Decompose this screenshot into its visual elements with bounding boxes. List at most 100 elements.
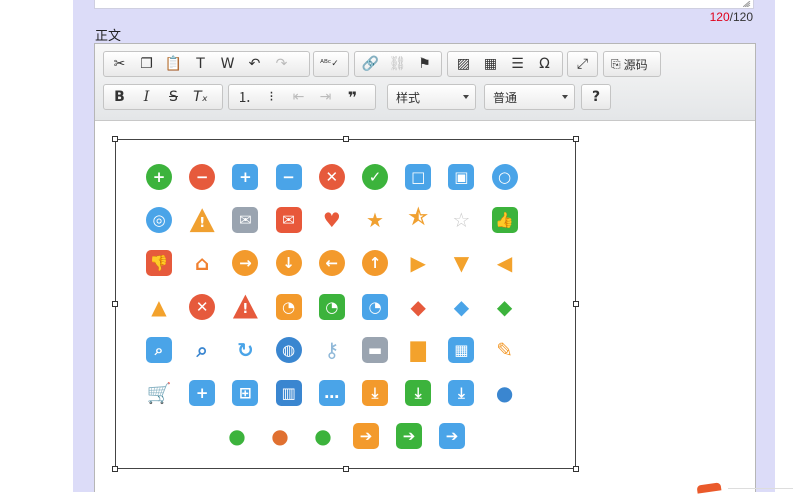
style-select-value: 样式 xyxy=(396,90,421,105)
special-char-icon[interactable]: Ω xyxy=(531,53,558,75)
cart-add-icon: + xyxy=(189,380,216,406)
user-female-icon: ● xyxy=(271,424,289,449)
source-group: ⎘ 源码 xyxy=(603,51,661,77)
insert-group: ▨ ▦ ☰ Ω xyxy=(447,51,563,77)
spellcheck-icon[interactable]: ᴬᴮᶜ✓ xyxy=(316,53,343,75)
body-field-label: 正文 xyxy=(95,29,122,44)
download-blue-icon: ⤓ xyxy=(448,380,475,406)
char-counter: 120/120 xyxy=(710,10,753,24)
char-count-current: 120 xyxy=(709,10,730,24)
paste-word-icon[interactable]: W xyxy=(214,53,241,75)
source-button[interactable]: ⎘ 源码 xyxy=(606,53,653,75)
redo-icon[interactable]: ↷ xyxy=(268,53,295,75)
list-group: ⒈ ⁝ ⇤ ⇥ ❞ xyxy=(228,84,376,110)
check-circle-icon: ✓ xyxy=(362,164,388,190)
format-select[interactable]: 普通 xyxy=(484,84,575,110)
outdent-icon[interactable]: ⇤ xyxy=(285,86,312,108)
paste-icon[interactable]: 📋 xyxy=(160,53,187,75)
selected-image[interactable]: + − + − ✕ ✓ □ ▣ ○ ◎! ✉ ✉ ♥ ★ ⯪ ☆ 👍 👎 ⌂ → ↓ ← ↑ ▶ ▼ ◀ ▲ ✕! ◔ ◔ ◔ ◆ ◆ ◆ ⌕ ⌕ ↻ ◍… xyxy=(115,139,576,469)
arrow-right-circle-icon: → xyxy=(232,250,259,277)
unlink-icon[interactable]: ⛓ xyxy=(384,53,411,75)
resize-handle-sw[interactable] xyxy=(112,466,118,472)
style-select[interactable]: 样式 xyxy=(387,84,476,110)
folder-icon: ▇ xyxy=(410,337,426,362)
record-square-icon: ▣ xyxy=(448,164,475,190)
arrow-right-orange-icon: ➔ xyxy=(353,423,379,450)
cut-icon[interactable]: ✂ xyxy=(106,53,133,75)
anchor-flag-icon[interactable]: ⚑ xyxy=(411,53,438,75)
resize-handle-se[interactable] xyxy=(573,466,579,472)
chevron-down-icon xyxy=(463,95,469,99)
resize-handle-s[interactable] xyxy=(343,466,349,472)
rss-green-icon: ◔ xyxy=(318,293,345,320)
link-icon[interactable]: 🔗 xyxy=(357,53,384,75)
bulleted-list-icon[interactable]: ⁝ xyxy=(258,86,285,108)
trash-icon: ▥ xyxy=(275,380,302,406)
star-icon: ★ xyxy=(366,208,384,233)
maximize-group: ⤢ xyxy=(567,51,598,77)
heart-icon: ♥ xyxy=(322,208,341,233)
search-icon: ⌕ xyxy=(196,337,208,362)
resize-handle-e[interactable] xyxy=(573,301,579,307)
link-group: 🔗 ⛓ ⚑ xyxy=(354,51,442,77)
spellcheck-group: ᴬᴮᶜ✓ xyxy=(313,51,349,77)
rss-orange-icon: ◔ xyxy=(275,293,302,320)
tag-red-icon: ◆ xyxy=(410,294,426,319)
blockquote-icon[interactable]: ❞ xyxy=(339,86,366,108)
arrow-right-blue-icon: ➔ xyxy=(439,423,465,450)
help-button[interactable]: ? xyxy=(584,86,608,108)
bold-icon[interactable]: B xyxy=(106,86,133,108)
user-blue-icon: ● xyxy=(495,381,514,405)
table-icon[interactable]: ▦ xyxy=(477,53,504,75)
resize-handle-nw[interactable] xyxy=(112,136,118,142)
undo-icon[interactable]: ↶ xyxy=(241,53,268,75)
resize-handle-n[interactable] xyxy=(343,136,349,142)
alert-triangle-icon: ! xyxy=(232,294,258,319)
resize-handle-ne[interactable] xyxy=(573,136,579,142)
paste-text-icon[interactable]: T xyxy=(187,53,214,75)
numbered-list-icon[interactable]: ⒈ xyxy=(231,86,258,108)
caret-left-icon: ◀ xyxy=(496,251,513,276)
download-green-icon: ⤓ xyxy=(405,380,432,406)
source-doc-icon: ⎘ xyxy=(611,56,621,71)
previous-textarea[interactable] xyxy=(94,0,754,9)
maximize-icon[interactable]: ⤢ xyxy=(570,53,595,75)
resize-handle-w[interactable] xyxy=(112,301,118,307)
user-green-icon: ● xyxy=(228,424,246,449)
char-count-max: 120 xyxy=(732,10,753,24)
play-right-icon: ▶ xyxy=(410,251,426,276)
chat-bubble-icon: … xyxy=(318,380,345,406)
remove-format-icon[interactable]: Tₓ xyxy=(187,86,214,108)
image-icon[interactable]: ▨ xyxy=(450,53,477,75)
editor-toolbar: ✂ ❐ 📋 T W ↶ ↷ ᴬᴮᶜ✓ 🔗 ⛓ ⚑ ▨ ▦ ☰ Ω ⤢ ⎘源码 xyxy=(95,44,755,121)
users-group-icon: ● xyxy=(314,424,332,449)
close-octagon-icon: ✕ xyxy=(189,293,216,320)
divider xyxy=(728,488,793,489)
strikethrough-icon[interactable]: S xyxy=(160,86,187,108)
basic-style-group: B I S Tₓ xyxy=(103,84,223,110)
mail-red-icon: ✉ xyxy=(275,207,302,234)
cart-square-icon: ⊞ xyxy=(232,380,259,406)
copy-icon[interactable]: ❐ xyxy=(133,53,160,75)
italic-icon[interactable]: I xyxy=(133,86,160,108)
horizontal-rule-icon[interactable]: ☰ xyxy=(504,53,531,75)
stop-square-icon: □ xyxy=(405,164,432,190)
cart-icon: 🛒 xyxy=(146,381,172,405)
star-empty-icon: ☆ xyxy=(452,208,471,233)
help-group: ? xyxy=(581,84,611,110)
tag-green-icon: ◆ xyxy=(496,294,513,319)
minus-square-icon: − xyxy=(275,164,302,190)
rss-blue-icon: ◔ xyxy=(362,293,388,320)
home-icon: ⌂ xyxy=(195,251,210,276)
editor-content-area[interactable]: + − + − ✕ ✓ □ ▣ ○ ◎! ✉ ✉ ♥ ★ ⯪ ☆ 👍 👎 ⌂ → ↓ ← ↑ ▶ ▼ ◀ ▲ ✕! ◔ ◔ ◔ ◆ ◆ ◆ ⌕ ⌕ ↻ ◍… xyxy=(95,121,755,493)
add-square-icon: + xyxy=(232,164,259,190)
arrow-left-circle-icon: ← xyxy=(318,250,345,277)
pencil-icon: ✎ xyxy=(496,337,513,362)
resize-grip-icon[interactable] xyxy=(743,1,751,7)
target-icon: ◎ xyxy=(146,207,172,234)
format-select-value: 普通 xyxy=(493,90,518,105)
rich-text-editor: ✂ ❐ 📋 T W ↶ ↷ ᴬᴮᶜ✓ 🔗 ⛓ ⚑ ▨ ▦ ☰ Ω ⤢ ⎘源码 xyxy=(94,43,756,493)
indent-icon[interactable]: ⇥ xyxy=(312,86,339,108)
star-half-icon: ⯪ xyxy=(408,205,428,230)
thumbs-down-icon: 👎 xyxy=(146,250,172,277)
